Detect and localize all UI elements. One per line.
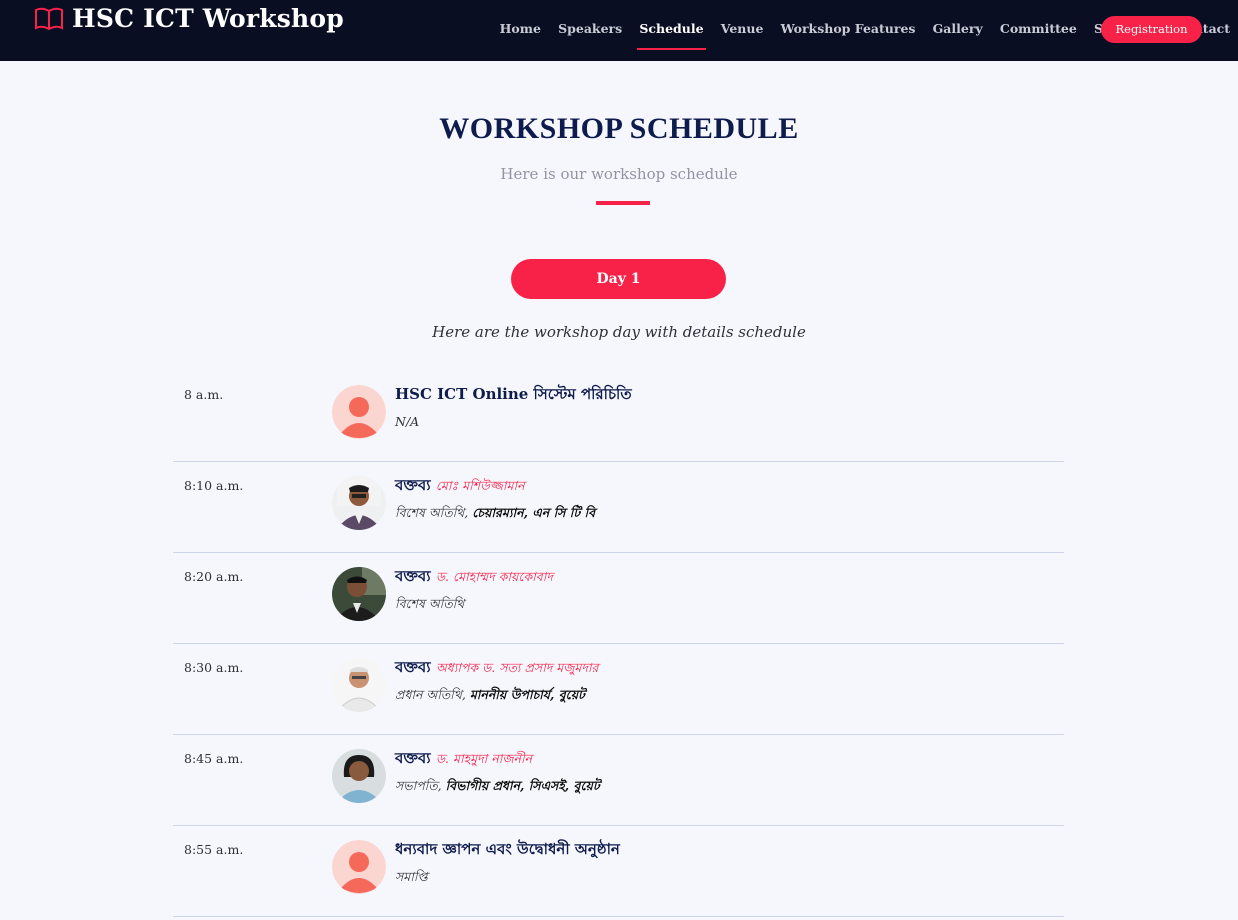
speaker-name[interactable]: অধ্যাপক ড. সত্য প্রসাদ মজুমদার <box>436 660 599 675</box>
schedule-topic: বক্তব্য ড. মোহাম্মদ কায়কোবাদ <box>395 567 553 585</box>
speaker-photo[interactable] <box>332 658 386 712</box>
speaker-name[interactable]: মোঃ মশিউজ্জামান <box>436 478 525 493</box>
schedule-role: সমাপ্তি <box>395 869 428 884</box>
schedule-row: 8:30 a.m. বক্তব্য অধ্যাপক ড. সত্য প্রসাদ… <box>173 644 1064 735</box>
nav-workshop-features[interactable]: Workshop Features <box>772 0 924 61</box>
schedule-topic: HSC ICT Online সিস্টেম পরিচিতি <box>395 385 632 403</box>
schedule-info: বক্তব্য ড. মোহাম্মদ কায়কোবাদ বিশেষ অতিথ… <box>395 565 553 616</box>
brand-logo[interactable]: HSC ICT Workshop <box>34 4 344 33</box>
day-description: Here are the workshop day with details s… <box>432 323 806 341</box>
schedule-info: ধন্যবাদ জ্ঞাপন এবং উদ্বোধনী অনুষ্ঠান সমা… <box>395 838 620 889</box>
nav-venue[interactable]: Venue <box>712 0 772 61</box>
top-navbar: HSC ICT Workshop Home Speakers Schedule … <box>0 0 1238 61</box>
speaker-photo[interactable] <box>332 567 386 621</box>
nav-home[interactable]: Home <box>491 0 550 61</box>
schedule-time: 8 a.m. <box>184 387 224 402</box>
section-subtitle: Here is our workshop schedule <box>500 165 738 183</box>
schedule-info: বক্তব্য মোঃ মশিউজ্জামান বিশেষ অতিথি, চেয… <box>395 474 595 525</box>
schedule-role: N/A <box>395 414 420 429</box>
book-icon <box>35 7 63 30</box>
schedule-time: 8:20 a.m. <box>184 569 244 584</box>
placeholder-avatar-icon <box>332 840 386 894</box>
placeholder-avatar-icon <box>332 385 386 439</box>
brand-name: HSC ICT Workshop <box>72 4 344 33</box>
nav-speakers[interactable]: Speakers <box>550 0 631 61</box>
schedule-time: 8:10 a.m. <box>184 478 244 493</box>
speaker-name[interactable]: ড. মাহমুদা নাজনীন <box>436 751 532 766</box>
schedule-role: বিশেষ অতিথি, চেয়ারম্যান, এন সি টি বি <box>395 505 596 520</box>
schedule-info: বক্তব্য অধ্যাপক ড. সত্য প্রসাদ মজুমদার প… <box>395 656 598 707</box>
schedule-row: 8 a.m. HSC ICT Online সিস্টেম পরিচিতি N/… <box>173 371 1064 462</box>
speaker-photo[interactable] <box>332 476 386 530</box>
schedule-time: 8:55 a.m. <box>184 842 244 857</box>
schedule-topic: বক্তব্য ড. মাহমুদা নাজনীন <box>395 749 533 767</box>
nav-schedule[interactable]: Schedule <box>631 0 712 61</box>
day-1-tab[interactable]: Day 1 <box>511 259 726 299</box>
nav-gallery[interactable]: Gallery <box>924 0 991 61</box>
schedule-info: বক্তব্য ড. মাহমুদা নাজনীন সভাপতি, বিভাগী… <box>395 747 600 798</box>
speaker-name[interactable]: ড. মোহাম্মদ কায়কোবাদ <box>436 569 553 584</box>
schedule-info: HSC ICT Online সিস্টেম পরিচিতি N/A <box>395 383 632 429</box>
schedule-row: 8:45 a.m. বক্তব্য ড. মাহমুদা নাজনীন সভাপ… <box>173 735 1064 826</box>
title-divider <box>596 201 650 205</box>
schedule-topic: বক্তব্য মোঃ মশিউজ্জামান <box>395 476 525 494</box>
schedule-role: প্রধান অতিথি, মাননীয় উপাচার্য, বুয়েট <box>395 687 585 702</box>
registration-button[interactable]: Registration <box>1101 16 1202 43</box>
schedule-row: 8:55 a.m. ধন্যবাদ জ্ঞাপন এবং উদ্বোধনী অন… <box>173 826 1064 917</box>
schedule-row: 8:20 a.m. বক্তব্য ড. মোহাম্মদ কায়কোবাদ … <box>173 553 1064 644</box>
schedule-role: সভাপতি, বিভাগীয় প্রধান, সিএসই, বুয়েট <box>395 778 600 793</box>
section-title: WORKSHOP SCHEDULE <box>439 112 799 145</box>
nav-committee[interactable]: Committee <box>991 0 1085 61</box>
schedule-role: বিশেষ অতিথি <box>395 596 465 611</box>
speaker-photo[interactable] <box>332 749 386 803</box>
schedule-time: 8:30 a.m. <box>184 660 244 675</box>
schedule-row: 8:10 a.m. বক্তব্য মোঃ মশিউজ্জামান বিশেষ … <box>173 462 1064 553</box>
schedule-topic: বক্তব্য অধ্যাপক ড. সত্য প্রসাদ মজুমদার <box>395 658 599 676</box>
schedule-topic: ধন্যবাদ জ্ঞাপন এবং উদ্বোধনী অনুষ্ঠান <box>395 840 620 858</box>
schedule-time: 8:45 a.m. <box>184 751 244 766</box>
